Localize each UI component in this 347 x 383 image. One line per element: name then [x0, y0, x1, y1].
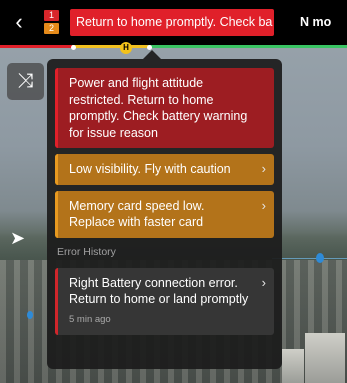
- alert-item-text: Power and flight attitude restricted. Re…: [69, 76, 248, 140]
- alert-item-critical[interactable]: Power and flight attitude restricted. Re…: [55, 68, 274, 148]
- severity-bar: [55, 154, 58, 185]
- chevron-right-icon: ›: [261, 197, 266, 213]
- home-marker: H: [120, 42, 132, 54]
- severity-bar: [55, 190, 58, 238]
- top-status-bar: ‹ 1 2 Return to home promptly. Check ba …: [0, 0, 347, 44]
- alert-banner[interactable]: Return to home promptly. Check ba: [70, 9, 274, 36]
- severity-bar: [55, 267, 58, 335]
- route-icon[interactable]: ⤨: [7, 63, 44, 100]
- critical-count: 1: [44, 10, 59, 21]
- battery-threshold-dot: [71, 45, 76, 50]
- alert-list-panel: Power and flight attitude restricted. Re…: [47, 59, 282, 369]
- alert-item-text: Memory card speed low. Replace with fast…: [69, 198, 205, 230]
- aircraft-icon: ➤: [10, 228, 26, 248]
- building: [305, 333, 345, 383]
- alert-banner-text: Return to home promptly. Check ba: [76, 15, 273, 29]
- severity-bar: [55, 68, 58, 148]
- chevron-right-icon: ›: [261, 274, 266, 290]
- alert-item-warning[interactable]: Low visibility. Fly with caution ›: [55, 154, 274, 185]
- battery-low-segment: [72, 45, 148, 48]
- history-item[interactable]: Right Battery connection error. Return t…: [55, 267, 274, 335]
- battery-ok-segment: [148, 45, 347, 48]
- battery-critical-segment: [0, 45, 72, 48]
- waypoint-marker: [316, 253, 324, 263]
- flight-mode-label[interactable]: N mo: [300, 9, 331, 36]
- error-history-title: Error History: [57, 245, 116, 258]
- chevron-right-icon: ›: [261, 161, 266, 176]
- battery-level-bar: [0, 44, 347, 48]
- waypoint-marker: [27, 311, 33, 319]
- alert-count-badge[interactable]: 1 2: [44, 10, 59, 34]
- alert-item-warning[interactable]: Memory card speed low. Replace with fast…: [55, 190, 274, 238]
- warning-count: 2: [44, 23, 59, 34]
- alert-item-text: Low visibility. Fly with caution: [69, 162, 231, 176]
- history-item-time: 5 min ago: [69, 313, 111, 325]
- history-item-text: Right Battery connection error. Return t…: [69, 275, 249, 307]
- building: [282, 349, 304, 383]
- chevron-left-icon[interactable]: ‹: [8, 10, 30, 34]
- popup-pointer: [143, 50, 161, 59]
- horizon-line: [272, 258, 347, 259]
